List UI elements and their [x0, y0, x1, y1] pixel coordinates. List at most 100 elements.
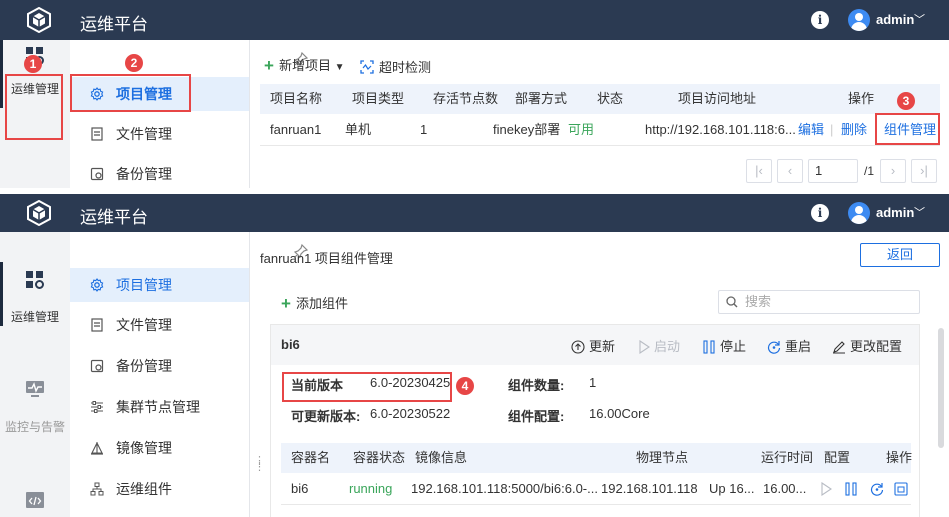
- updatable-version-value: 6.0-20230522: [370, 406, 451, 421]
- first-page-button[interactable]: |‹: [746, 159, 772, 183]
- start-button[interactable]: 启动: [638, 336, 680, 355]
- col-header: 项目名称: [270, 91, 323, 106]
- backup-icon: [90, 167, 104, 181]
- secondary-nav: 项目管理 文件管理 备份管理 集群节点管理 镜像管理 运维组件: [70, 232, 308, 517]
- nav-item-cluster-label: 集群节点管理: [116, 399, 200, 415]
- play-icon[interactable]: [820, 482, 832, 496]
- file-icon: [91, 318, 103, 332]
- update-button[interactable]: 更新: [571, 336, 615, 355]
- component-name: bi6: [281, 337, 300, 352]
- avatar[interactable]: [848, 202, 870, 224]
- nav-item-cluster[interactable]: 集群节点管理: [70, 390, 249, 424]
- search-input[interactable]: 搜索: [718, 290, 920, 314]
- col-header: 存活节点数: [433, 91, 499, 106]
- component-config-label: 组件配置:: [508, 409, 565, 424]
- search-icon: [726, 296, 738, 308]
- code-icon[interactable]: [25, 490, 45, 510]
- col-header: 部署方式: [515, 91, 568, 106]
- page-title: fanruan1 项目组件管理: [260, 251, 393, 266]
- back-button[interactable]: 返回: [860, 243, 940, 267]
- info-icon[interactable]: i: [811, 11, 829, 29]
- container-name: bi6: [291, 481, 309, 496]
- username[interactable]: admin: [876, 12, 914, 27]
- col-header: 容器名: [291, 450, 331, 465]
- nav-item-backup-label: 备份管理: [116, 166, 172, 182]
- timeout-check-button[interactable]: 超时检测: [360, 57, 431, 76]
- add-component-label: 添加组件: [295, 296, 348, 311]
- platform-logo-icon: [27, 7, 51, 33]
- update-label: 更新: [589, 339, 616, 354]
- nav-item-component-label: 运维组件: [116, 481, 172, 497]
- edit-config-label: 更改配置: [850, 339, 903, 354]
- sliders-icon: [91, 401, 103, 413]
- container-table-header: 容器名 容器状态 镜像信息 物理节点 运行时间 配置 操作: [281, 443, 912, 473]
- nav-item-backup[interactable]: 备份管理: [70, 157, 249, 188]
- container-uptime: Up 16...: [709, 481, 755, 496]
- scrollbar[interactable]: [938, 328, 944, 448]
- callout-box-1: [5, 74, 63, 140]
- restart-icon[interactable]: [870, 482, 884, 496]
- table-row: bi6 running 192.168.101.118:5000/bi6:6.0…: [281, 473, 911, 505]
- scan-icon: [360, 60, 374, 74]
- table-row: fanruan1 单机 1 finekey部署 可用 http://192.16…: [260, 114, 940, 146]
- component-count-label: 组件数量:: [508, 378, 565, 393]
- rail-item-monitor[interactable]: 监控与告警: [0, 372, 70, 436]
- terminal-icon[interactable]: [894, 482, 908, 496]
- callout-box-4: [282, 372, 452, 402]
- nav-item-image[interactable]: 镜像管理: [70, 431, 249, 465]
- file-icon: [91, 127, 103, 141]
- avatar[interactable]: [848, 9, 870, 31]
- col-header: 镜像信息: [415, 450, 468, 465]
- backup-icon: [90, 359, 104, 373]
- nav-item-files-label: 文件管理: [116, 317, 172, 333]
- container-config: 16.00...: [763, 481, 807, 496]
- plus-icon: +: [281, 294, 291, 313]
- cell-url[interactable]: http://192.168.101.118:6...: [645, 114, 796, 146]
- add-component-button[interactable]: + 添加组件: [281, 293, 348, 314]
- page-input[interactable]: 1: [808, 159, 858, 183]
- stop-button[interactable]: 停止: [702, 336, 746, 355]
- app-title: 运维平台: [80, 208, 148, 227]
- rail-item-monitor-label: 监控与告警: [4, 420, 65, 434]
- delete-link[interactable]: 删除: [841, 114, 867, 146]
- chevron-down-icon[interactable]: ﹀: [914, 11, 925, 27]
- play-icon: [639, 339, 650, 355]
- callout-badge: 3: [897, 92, 915, 110]
- search-placeholder: 搜索: [745, 294, 772, 309]
- nav-item-files-label: 文件管理: [116, 126, 172, 142]
- top-bar: 运维平台 i admin ﹀: [0, 194, 949, 232]
- resize-handle[interactable]: ⋮ ⋮: [254, 456, 266, 473]
- component-card-header: bi6 更新 启动 停止 重启 更改配置: [271, 325, 919, 365]
- cell-deploy: finekey部署: [493, 122, 561, 137]
- edit-config-button[interactable]: 更改配置: [832, 336, 902, 355]
- new-project-button[interactable]: + 新增项目 ▼: [264, 55, 344, 76]
- cell-name: fanruan1: [270, 122, 322, 137]
- col-header: 物理节点: [636, 450, 689, 465]
- nav-item-files[interactable]: 文件管理: [70, 117, 249, 151]
- nav-item-project[interactable]: 项目管理: [70, 268, 249, 302]
- username[interactable]: admin: [876, 205, 914, 220]
- start-label: 启动: [654, 339, 681, 354]
- next-page-button[interactable]: ›: [880, 159, 906, 183]
- prev-page-button[interactable]: ‹: [777, 159, 803, 183]
- col-header: 项目访问地址: [678, 91, 757, 106]
- nav-item-backup[interactable]: 备份管理: [70, 349, 249, 383]
- component-card: bi6 更新 启动 停止 重启 更改配置 当前版本 6.0-20230425 可…: [270, 324, 920, 517]
- nav-item-component[interactable]: 运维组件: [70, 472, 249, 506]
- image-icon: [91, 442, 103, 455]
- pause-icon[interactable]: [844, 482, 858, 496]
- rail-item-ops[interactable]: 运维管理: [0, 262, 70, 326]
- restart-button[interactable]: 重启: [767, 336, 811, 355]
- info-icon[interactable]: i: [811, 204, 829, 222]
- callout-badge: 1: [24, 55, 42, 73]
- nav-item-files[interactable]: 文件管理: [70, 308, 249, 342]
- pause-icon: [703, 340, 715, 354]
- last-page-button[interactable]: ›|: [911, 159, 937, 183]
- component-config-value: 16.00Core: [589, 406, 650, 421]
- col-header: 运行时间: [761, 450, 814, 465]
- container-node: 192.168.101.118: [601, 481, 698, 496]
- cell-type: 单机: [345, 122, 372, 137]
- edit-link[interactable]: 编辑: [798, 114, 824, 146]
- chevron-down-icon[interactable]: ﹀: [914, 204, 925, 220]
- new-project-label: 新增项目: [278, 58, 331, 73]
